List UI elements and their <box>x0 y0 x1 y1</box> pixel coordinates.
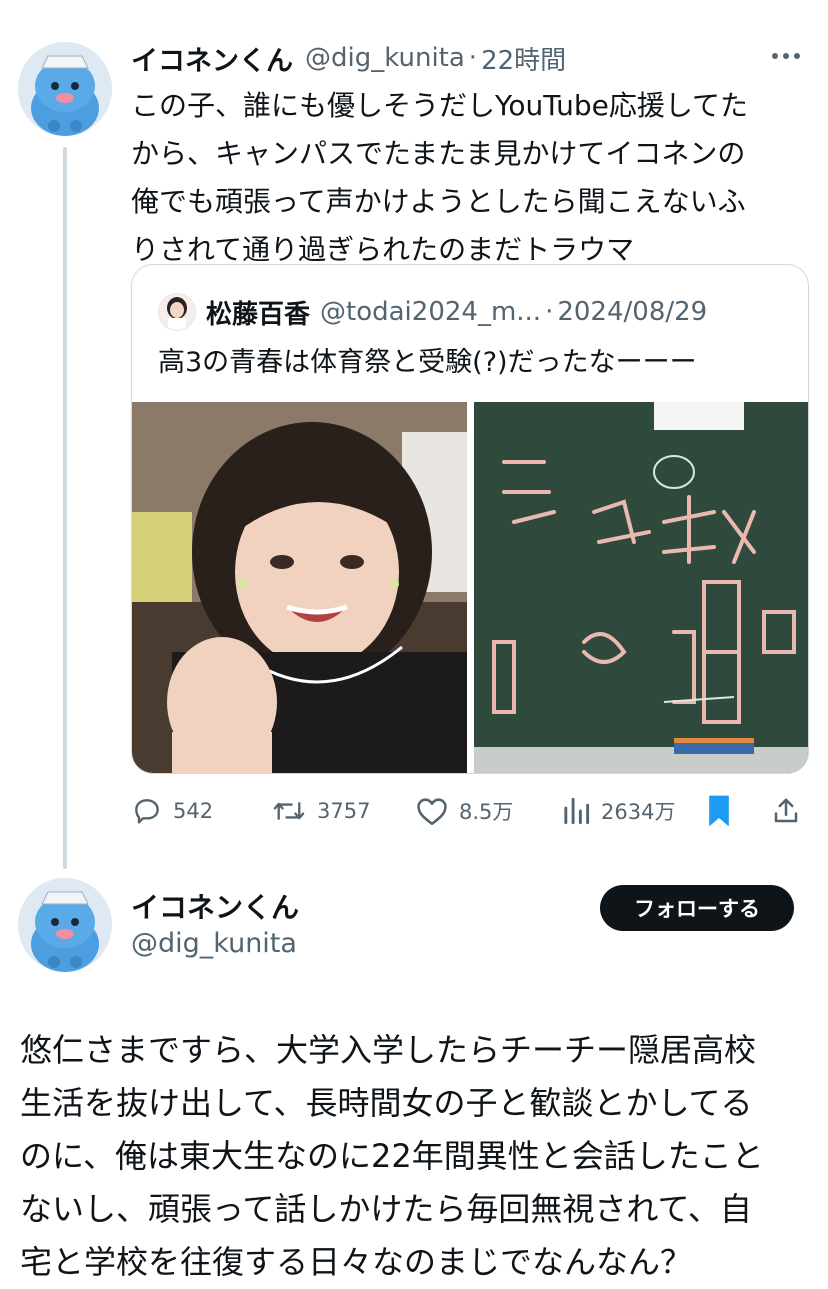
author-name[interactable]: イコネンくん <box>131 39 293 78</box>
quote-photo-chalkboard[interactable] <box>474 402 808 773</box>
more-dots-icon[interactable] <box>772 44 808 68</box>
reply-count: 542 <box>173 799 214 823</box>
like-button[interactable]: 8.5万 <box>415 786 513 836</box>
quote-text: 高3の青春は体育祭と受験(?)だったなーーー <box>158 347 697 378</box>
reply-text: 悠仁さまですら、大学入学したらチーチー隠居高校 生活を抜け出して、長時間女の子と… <box>20 1031 764 1281</box>
reply-author-handle[interactable]: @dig_kunita <box>131 928 297 959</box>
quote-date: 2024/08/29 <box>557 297 708 327</box>
separator-dot: · <box>468 43 478 73</box>
quote-photo-portrait[interactable] <box>132 402 467 773</box>
share-button[interactable] <box>771 786 811 836</box>
reply-icon <box>135 799 159 824</box>
tweet-header: イコネンくん @dig_kunita · 22時間 <box>131 38 566 78</box>
views-chart-icon <box>564 797 590 825</box>
quote-tweet-card[interactable]: 松藤百香 @todai2024_m... · 2024/08/29 高3の青春は… <box>131 264 809 774</box>
reply-author-name[interactable]: イコネンくん <box>131 886 299 926</box>
reply-button[interactable]: 542 <box>131 786 213 836</box>
retweet-button[interactable]: 3757 <box>271 786 370 836</box>
follow-button[interactable]: フォローする <box>600 885 794 931</box>
quote-author-name[interactable]: 松藤百香 <box>206 294 310 331</box>
avatar[interactable] <box>18 878 112 972</box>
tweet-text: この子、誰にも優しそうだしYouTube応援してた から、キャンパスでたまたま見… <box>131 89 749 266</box>
tweet-actions: 542 3757 8.5万 2634万 <box>131 786 811 836</box>
bookmark-button[interactable] <box>705 786 743 836</box>
thread-line <box>63 147 67 869</box>
timestamp[interactable]: 22時間 <box>481 40 566 77</box>
retweet-icon <box>273 802 305 820</box>
retweet-count: 3757 <box>317 799 371 823</box>
bookmark-icon <box>709 795 729 827</box>
avatar[interactable] <box>18 42 112 136</box>
share-icon <box>774 798 798 823</box>
quote-header: 松藤百香 @todai2024_m... · 2024/08/29 <box>206 291 707 333</box>
views-button[interactable]: 2634万 <box>561 786 675 836</box>
quote-author-handle[interactable]: @todai2024_m... <box>320 297 541 327</box>
like-count: 8.5万 <box>459 800 514 824</box>
author-handle[interactable]: @dig_kunita <box>305 43 465 73</box>
separator-dot: · <box>545 297 554 327</box>
quote-avatar[interactable] <box>158 293 196 331</box>
view-count: 2634万 <box>601 800 676 824</box>
heart-icon <box>417 798 447 826</box>
